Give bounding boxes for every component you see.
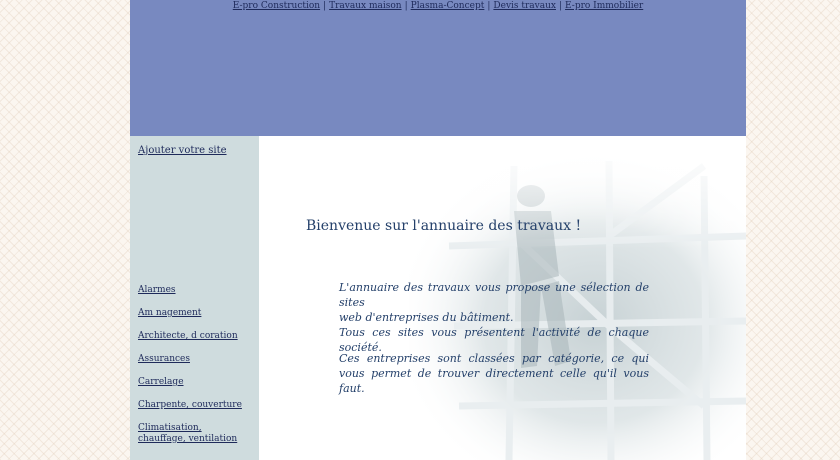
intro-line-2: web d'entreprises du bâtiment. — [339, 311, 514, 324]
nav-link-e-pro-immobilier[interactable]: E-pro Immobilier — [565, 1, 643, 11]
nav-separator: | — [323, 1, 327, 11]
main-content: Bienvenue sur l'annuaire des travaux ! L… — [259, 136, 746, 460]
sidebar-item-carrelage[interactable]: Carrelage — [138, 377, 248, 388]
nav-separator: | — [404, 1, 408, 11]
sidebar-item-amenagement[interactable]: Am nagement — [138, 308, 248, 319]
sidebar-item-architecte-decoration[interactable]: Architecte, d coration — [138, 331, 248, 342]
nav-link-e-pro-construction[interactable]: E-pro Construction — [233, 1, 320, 11]
add-site-link[interactable]: Ajouter votre site — [138, 145, 248, 156]
nav-separator: | — [559, 1, 563, 11]
page: E-pro Construction | Travaux maison | Plasma… — [130, 0, 746, 460]
category-paragraph: Ces entreprises sont classées par catégo… — [339, 352, 649, 395]
nav-link-devis-travaux[interactable]: Devis travaux — [493, 1, 556, 11]
intro-line-1: L'annuaire des travaux vous propose une … — [339, 281, 649, 309]
welcome-heading: Bienvenue sur l'annuaire des travaux ! — [306, 218, 582, 234]
sidebar: Ajouter votre site Alarmes Am nagement A… — [130, 136, 259, 460]
sidebar-item-assurances[interactable]: Assurances — [138, 354, 248, 365]
intro-line-3: Tous ces sites vous présentent l'activit… — [339, 326, 649, 354]
nav-link-travaux-maison[interactable]: Travaux maison — [329, 1, 401, 11]
intro-paragraph: L'annuaire des travaux vous propose une … — [339, 280, 649, 355]
sidebar-item-charpente-couverture[interactable]: Charpente, couverture — [138, 400, 248, 411]
nav-link-plasma-concept[interactable]: Plasma-Concept — [411, 1, 485, 11]
sidebar-item-alarmes[interactable]: Alarmes — [138, 285, 248, 296]
sidebar-item-climatisation[interactable]: Climatisation, chauffage, ventilation — [138, 423, 248, 445]
top-nav: E-pro Construction | Travaux maison | Plasma… — [130, 0, 746, 12]
header-banner: E-pro Construction | Travaux maison | Plasma… — [130, 0, 746, 136]
